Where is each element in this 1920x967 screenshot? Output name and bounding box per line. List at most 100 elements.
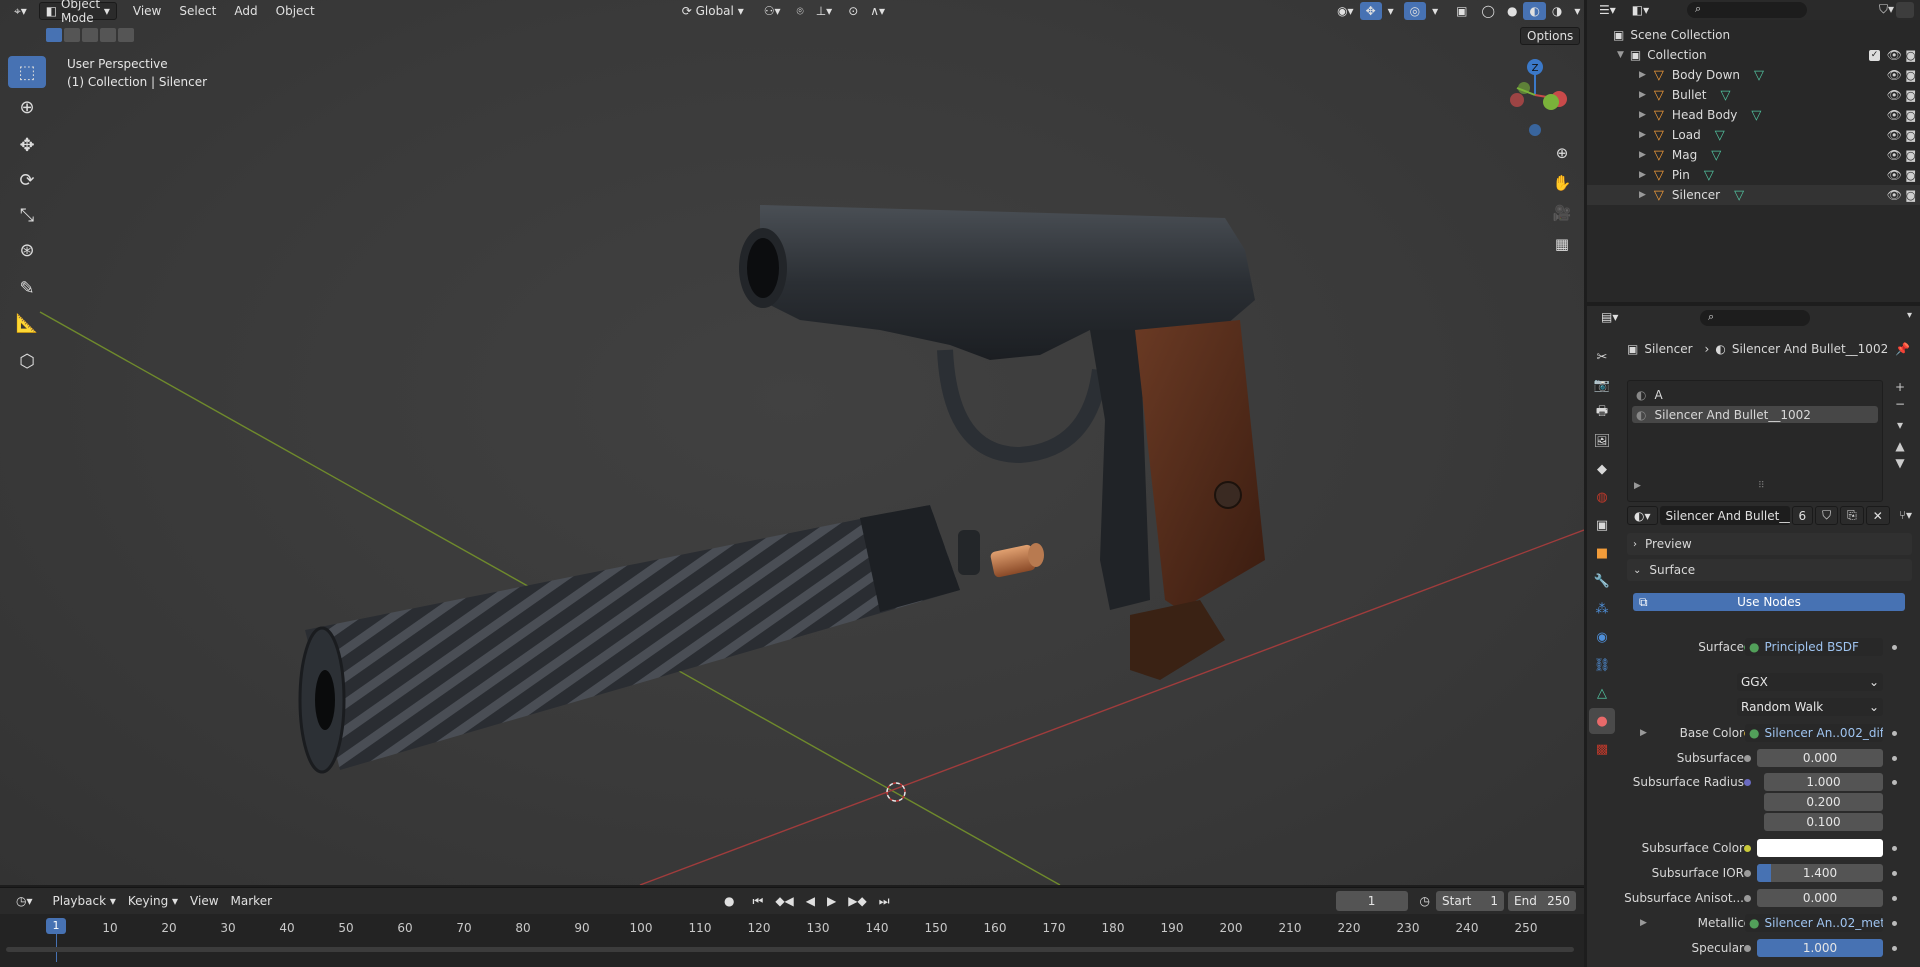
number-field[interactable]: 0.000: [1757, 889, 1883, 907]
gizmo-toggle-icon[interactable]: ✥: [1359, 2, 1382, 20]
material-name-field[interactable]: Silencer And Bullet__1...: [1659, 506, 1790, 525]
annotate-tool-icon[interactable]: ✎: [8, 272, 46, 304]
outliner-object-row[interactable]: ▶ ▽ Head Body ▽ 👁 ◙: [1587, 105, 1920, 125]
measure-tool-icon[interactable]: 📐: [8, 307, 46, 339]
properties-editor-type-icon[interactable]: ▤▾: [1595, 308, 1624, 326]
transform-tool-icon[interactable]: ⊛: [8, 234, 46, 266]
distribution-dropdown[interactable]: Random Walk ⌄: [1737, 698, 1883, 716]
output-tab-icon[interactable]: 🖶: [1589, 400, 1615, 426]
expand-icon[interactable]: ▶: [1639, 70, 1646, 80]
move-slot-down-icon[interactable]: ▼: [1895, 456, 1904, 470]
snap-icon[interactable]: ⌾: [791, 2, 810, 20]
bullet-model[interactable]: [990, 543, 1044, 578]
select-box-tool-icon[interactable]: ⬚: [8, 56, 46, 88]
select-new-icon[interactable]: [46, 28, 62, 42]
keyframe-dot[interactable]: [1892, 921, 1897, 926]
timeline-editor-type-icon[interactable]: ◷▾: [10, 892, 39, 910]
keyframe-dot[interactable]: [1892, 645, 1897, 650]
ortho-grid-icon[interactable]: ▦: [1549, 231, 1575, 257]
zoom-icon[interactable]: ⊕: [1549, 140, 1575, 166]
scene-render[interactable]: [0, 0, 1584, 885]
outliner-scene-collection[interactable]: ▣ Scene Collection: [1587, 25, 1920, 45]
select-extend-icon[interactable]: [64, 28, 80, 42]
expand-icon[interactable]: ▶: [1639, 190, 1646, 200]
overlay-toggle-icon[interactable]: ◎: [1403, 2, 1427, 20]
use-nodes-button[interactable]: ⧉ Use Nodes: [1633, 593, 1905, 611]
keyframe-dot[interactable]: [1892, 731, 1897, 736]
eye-icon[interactable]: 👁: [1887, 48, 1902, 62]
outliner-object-row[interactable]: ▶ ▽ Load ▽ 👁 ◙: [1587, 125, 1920, 145]
preview-range-icon[interactable]: ◷: [1414, 892, 1436, 910]
expand-socket-icon[interactable]: ▶: [1640, 728, 1647, 738]
keyframe-dot[interactable]: [1892, 946, 1897, 951]
socket-dot[interactable]: [1744, 845, 1751, 852]
3d-cursor[interactable]: [886, 782, 906, 802]
expand-icon[interactable]: ▶: [1639, 170, 1646, 180]
socket-dot[interactable]: [1744, 945, 1751, 952]
preview-panel-header[interactable]: › Preview: [1627, 533, 1912, 555]
outliner-object-row[interactable]: ▶ ▽ Bullet ▽ 👁 ◙: [1587, 85, 1920, 105]
orientation-dropdown[interactable]: ⟳ Global ▾: [676, 2, 750, 20]
duplicate-material-icon[interactable]: ⎘: [1840, 506, 1864, 525]
add-slot-icon[interactable]: +: [1895, 380, 1905, 394]
jump-start-icon[interactable]: ⏮: [747, 892, 770, 910]
gizmo-y-axis[interactable]: [1543, 94, 1559, 110]
resize-grip-icon[interactable]: ⠿: [1758, 481, 1765, 491]
eye-icon[interactable]: 👁: [1887, 168, 1902, 182]
menu-keying[interactable]: Keying ▾: [122, 892, 184, 910]
falloff-icon[interactable]: ∧▾: [864, 2, 891, 20]
world-tab-icon[interactable]: ◍: [1589, 484, 1615, 510]
slot-menu-icon[interactable]: ▾: [1897, 418, 1903, 432]
xray-icon[interactable]: ▣: [1450, 2, 1473, 20]
outliner-editor-type-icon[interactable]: ☰▾: [1593, 1, 1622, 19]
expand-icon[interactable]: ▶: [1639, 90, 1646, 100]
render-camera-icon[interactable]: ◙: [1905, 109, 1916, 122]
select-invert-icon[interactable]: [100, 28, 116, 42]
render-camera-icon[interactable]: ◙: [1905, 129, 1916, 142]
move-tool-icon[interactable]: ✥: [8, 129, 46, 161]
eye-icon[interactable]: 👁: [1887, 108, 1902, 122]
socket-dot[interactable]: [1744, 779, 1751, 786]
expand-socket-icon[interactable]: ▶: [1640, 918, 1647, 928]
exclude-checkbox[interactable]: ✓: [1869, 49, 1880, 61]
expand-icon[interactable]: ▶: [1639, 110, 1646, 120]
particles-tab-icon[interactable]: ⁂: [1589, 596, 1615, 622]
remove-slot-icon[interactable]: −: [1895, 397, 1905, 411]
menu-view[interactable]: View: [127, 2, 167, 20]
camera-view-icon[interactable]: 🎥: [1549, 200, 1575, 226]
socket-dot[interactable]: [1744, 755, 1751, 762]
gizmo-neg-z-axis[interactable]: [1529, 124, 1541, 136]
number-field[interactable]: 0.100: [1764, 813, 1883, 831]
proportional-edit-icon[interactable]: ⊙: [842, 2, 864, 20]
shading-dropdown-icon[interactable]: ▾: [1568, 2, 1584, 20]
mode-dropdown[interactable]: ◧ Object Mode ▾: [38, 0, 117, 25]
menu-add[interactable]: Add: [228, 2, 263, 20]
render-camera-icon[interactable]: ◙: [1905, 89, 1916, 102]
collapse-icon[interactable]: ▼: [1617, 50, 1624, 60]
eye-icon[interactable]: 👁: [1887, 88, 1902, 102]
tool-tab-icon[interactable]: ✂: [1589, 344, 1615, 370]
record-icon[interactable]: ●: [718, 892, 740, 910]
play-icon[interactable]: ▶: [821, 892, 842, 910]
object-tab-icon[interactable]: ■: [1589, 540, 1615, 566]
end-frame-field[interactable]: End 250: [1508, 891, 1577, 911]
fake-user-icon[interactable]: ⛉: [1815, 506, 1839, 525]
render-camera-icon[interactable]: ◙: [1905, 149, 1916, 162]
linked-input-field[interactable]: ● Principled BSDF: [1745, 638, 1883, 656]
user-count[interactable]: 6: [1791, 506, 1814, 525]
number-field[interactable]: 1.400: [1757, 864, 1883, 882]
linked-input-field[interactable]: ● Silencer An..002_diffuse: [1745, 724, 1883, 742]
number-field[interactable]: 0.000: [1757, 749, 1883, 767]
rotate-tool-icon[interactable]: ⟳: [8, 164, 46, 196]
outliner-object-row[interactable]: ▶ ▽ Body Down ▽ 👁 ◙: [1587, 65, 1920, 85]
physics-tab-icon[interactable]: ◉: [1589, 624, 1615, 650]
socket-dot[interactable]: [1744, 870, 1751, 877]
gizmo-neg-x-axis[interactable]: [1510, 93, 1524, 107]
menu-playback[interactable]: Playback ▾: [47, 892, 122, 910]
eye-icon[interactable]: 👁: [1887, 68, 1902, 82]
outliner-object-row[interactable]: ▶ ▽ Mag ▽ 👁 ◙: [1587, 145, 1920, 165]
keyframe-dot[interactable]: [1892, 780, 1897, 785]
menu-object[interactable]: Object: [270, 2, 321, 20]
gizmo-dropdown-icon[interactable]: ▾: [1382, 2, 1400, 20]
playhead[interactable]: 1: [46, 918, 66, 934]
